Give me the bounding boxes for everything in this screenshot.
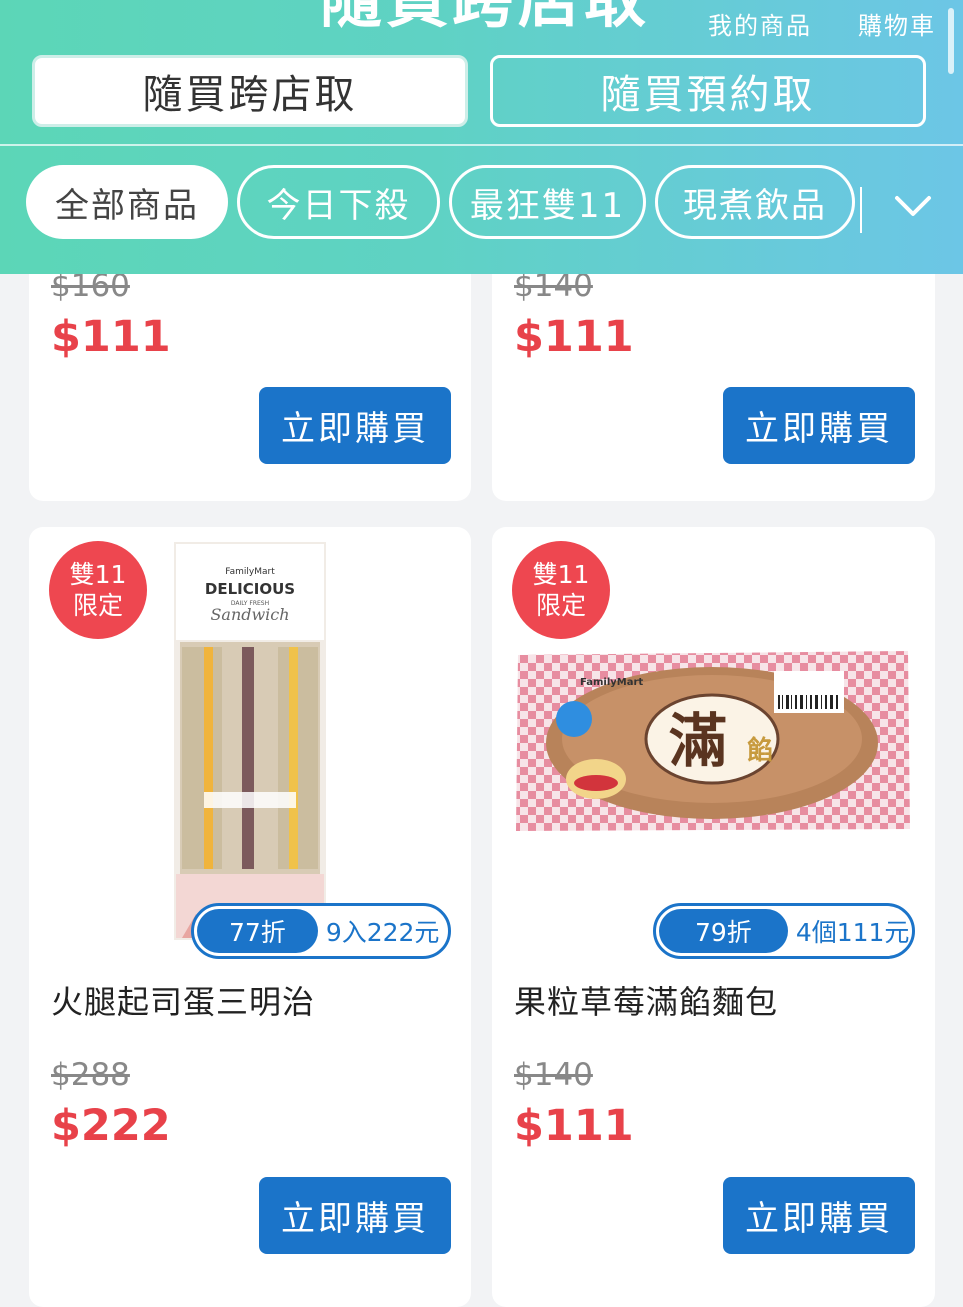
- image-brand-text: FamilyMart: [225, 567, 275, 577]
- image-script-text: Sandwich: [210, 605, 289, 624]
- double-11-badge: 雙11 限定: [512, 541, 610, 639]
- badge-line-2: 限定: [535, 591, 586, 620]
- sale-price: $111: [51, 312, 171, 362]
- header-divider: [0, 144, 963, 146]
- product-name[interactable]: 火腿起司蛋三明治: [51, 977, 315, 1023]
- category-tab-all[interactable]: 全部商品: [26, 165, 228, 239]
- buy-now-button[interactable]: 立即購買: [723, 1177, 915, 1254]
- badge-line-1: 雙11: [532, 560, 590, 589]
- category-tab-double-11[interactable]: 最狂雙11: [449, 165, 646, 239]
- page-title: 隨買跨店取: [320, 0, 650, 31]
- image-title-text: DELICIOUS: [205, 580, 295, 598]
- bundle-deal-label: 9入222元: [325, 918, 440, 947]
- promo-pill: 79折 4個111元: [653, 903, 915, 959]
- badge-line-1: 雙11: [69, 560, 127, 589]
- mode-tab-reserve[interactable]: 隨買預約取: [490, 55, 926, 127]
- sale-price: $111: [514, 312, 634, 362]
- category-tab-fresh-drinks[interactable]: 現煮飲品: [655, 165, 855, 239]
- product-name[interactable]: 果粒草莓滿餡麵包: [514, 977, 778, 1023]
- image-big-text: 滿: [669, 707, 727, 775]
- badge-line-2: 限定: [72, 591, 123, 620]
- image-brand-text: FamilyMart: [580, 677, 643, 688]
- discount-label: 77折: [197, 909, 318, 953]
- product-card[interactable]: 雙11 限定 FamilyMart DELICIOUS DAILY FRESH …: [29, 527, 471, 1307]
- sale-price: $111: [514, 1101, 634, 1151]
- double-11-badge: 雙11 限定: [49, 541, 147, 639]
- original-price: $288: [51, 1057, 130, 1093]
- mode-tab-pickup[interactable]: 隨買跨店取: [32, 55, 468, 127]
- bread-product-image[interactable]: FamilyMart 滿 餡: [512, 647, 914, 832]
- original-price: $140: [514, 1057, 593, 1093]
- sale-price: $222: [51, 1101, 171, 1151]
- category-tab-today-deals[interactable]: 今日下殺: [237, 165, 440, 239]
- bundle-deal-label: 4個111元: [795, 918, 910, 947]
- buy-now-button[interactable]: 立即購買: [259, 387, 451, 464]
- discount-label: 79折: [659, 909, 788, 953]
- promo-pill: 77折 9入222元: [191, 903, 451, 959]
- scrollbar[interactable]: [948, 8, 954, 74]
- chevron-down-icon[interactable]: [893, 186, 933, 226]
- sandwich-product-image[interactable]: FamilyMart DELICIOUS DAILY FRESH Sandwic…: [174, 542, 326, 940]
- buy-now-button[interactable]: 立即購買: [259, 1177, 451, 1254]
- image-small-text: 餡: [747, 735, 773, 766]
- product-card[interactable]: 雙11 限定 FamilyMart 滿 餡 79折 4個111元 果粒草莓滿餡麵…: [492, 527, 935, 1307]
- cart-link[interactable]: 購物車: [858, 6, 936, 41]
- my-products-link[interactable]: 我的商品: [708, 6, 812, 41]
- category-separator: [860, 187, 862, 233]
- app-header: 隨買跨店取 我的商品 購物車 隨買跨店取 隨買預約取 全部商品 今日下殺 最狂雙…: [0, 0, 963, 274]
- buy-now-button[interactable]: 立即購買: [723, 387, 915, 464]
